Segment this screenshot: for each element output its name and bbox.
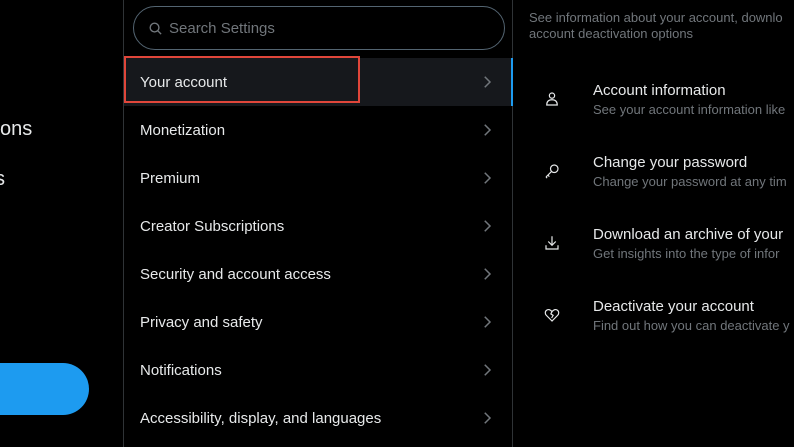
chevron-right-icon — [484, 76, 492, 88]
menu-item-privacy[interactable]: Privacy and safety — [124, 298, 512, 346]
left-navigation: ons s — [0, 0, 123, 447]
menu-item-label: Security and account access — [140, 265, 331, 283]
option-title: Deactivate your account — [593, 298, 754, 315]
description-line: See information about your account, down… — [529, 10, 783, 25]
post-button[interactable] — [0, 363, 89, 415]
menu-item-notifications[interactable]: Notifications — [124, 346, 512, 394]
option-title: Account information — [593, 82, 726, 99]
account-content-panel: See information about your account, down… — [513, 0, 794, 447]
chevron-right-icon — [484, 316, 492, 328]
menu-item-label: Monetization — [140, 121, 226, 139]
menu-item-label: Notifications — [140, 361, 222, 379]
nav-item-fragment[interactable]: ons — [0, 118, 32, 141]
menu-item-your-account[interactable]: Your account — [124, 58, 513, 106]
option-account-information[interactable]: Account information See your account inf… — [513, 68, 794, 140]
search-input[interactable] — [169, 19, 489, 37]
option-title: Download an archive of your — [593, 226, 784, 243]
option-deactivate-account[interactable]: Deactivate your account Find out how you… — [513, 284, 794, 356]
option-subtitle: See your account information like — [593, 102, 786, 117]
chevron-right-icon — [484, 172, 492, 184]
key-icon — [545, 164, 559, 179]
option-change-password[interactable]: Change your password Change your passwor… — [513, 140, 794, 212]
option-subtitle: Change your password at any tim — [593, 174, 787, 189]
user-icon — [546, 92, 558, 106]
download-icon — [545, 236, 559, 250]
menu-item-accessibility[interactable]: Accessibility, display, and languages — [124, 394, 512, 442]
menu-item-monetization[interactable]: Monetization — [124, 106, 512, 154]
menu-item-label: Accessibility, display, and languages — [140, 409, 382, 427]
description-line: account deactivation options — [529, 26, 694, 41]
menu-item-label: Your account — [140, 73, 228, 91]
panel-description: See information about your account, down… — [529, 10, 794, 42]
option-subtitle: Find out how you can deactivate y — [593, 318, 790, 333]
menu-item-label: Privacy and safety — [140, 313, 263, 331]
search-icon — [149, 22, 162, 35]
option-subtitle: Get insights into the type of infor — [593, 246, 780, 261]
search-bar[interactable] — [133, 6, 505, 50]
menu-item-creator-subscriptions[interactable]: Creator Subscriptions — [124, 202, 512, 250]
chevron-right-icon — [484, 220, 492, 232]
menu-item-label: Creator Subscriptions — [140, 217, 285, 235]
settings-column: Your account Monetization Premium Creato… — [123, 0, 513, 447]
menu-item-label: Premium — [140, 169, 201, 187]
option-title: Change your password — [593, 154, 748, 171]
option-download-archive[interactable]: Download an archive of your Get insights… — [513, 212, 794, 284]
chevron-right-icon — [484, 364, 492, 376]
chevron-right-icon — [484, 124, 492, 136]
chevron-right-icon — [484, 412, 492, 424]
chevron-right-icon — [484, 268, 492, 280]
menu-item-security[interactable]: Security and account access — [124, 250, 512, 298]
menu-item-premium[interactable]: Premium — [124, 154, 512, 202]
nav-item-fragment[interactable]: s — [0, 168, 5, 191]
settings-menu: Your account Monetization Premium Creato… — [124, 58, 513, 442]
broken-heart-icon — [544, 309, 560, 322]
